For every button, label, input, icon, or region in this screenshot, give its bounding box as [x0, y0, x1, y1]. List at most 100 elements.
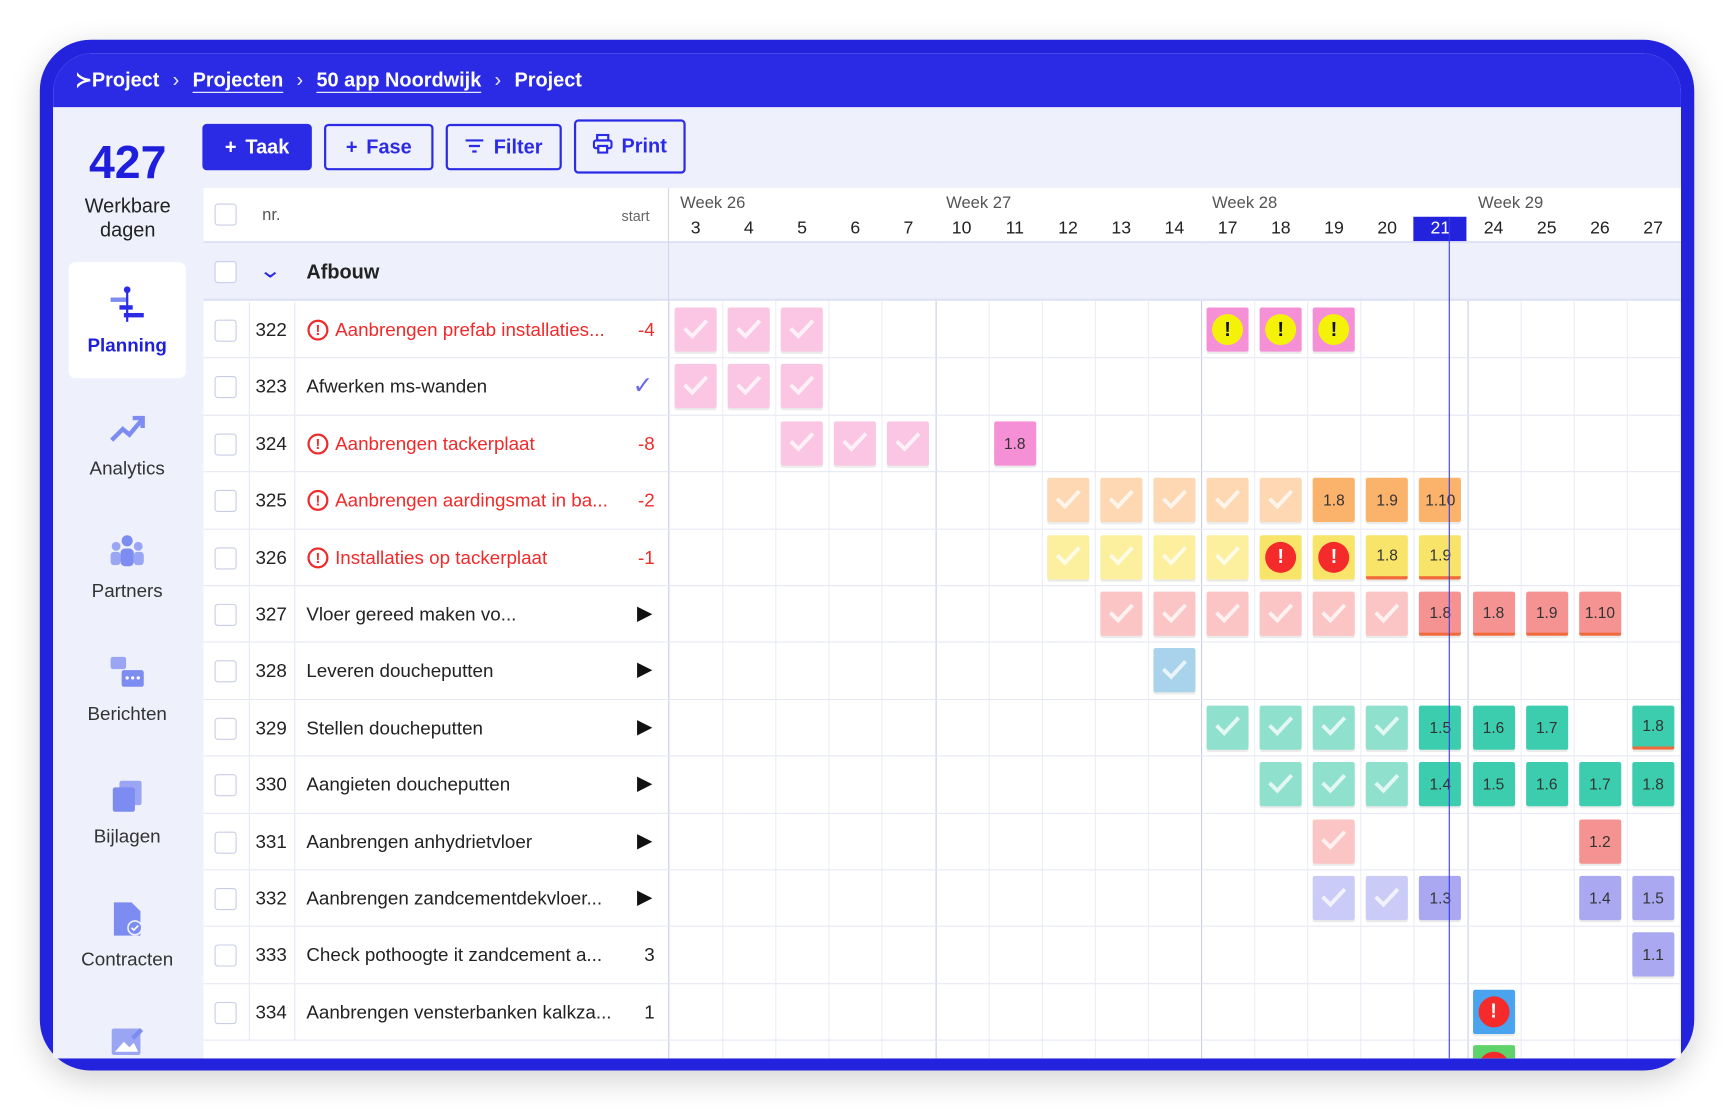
task-name[interactable]: Aangieten doucheputten [306, 774, 510, 796]
brand-logo[interactable]: ≻Project [75, 69, 159, 92]
row-checkbox[interactable] [214, 831, 237, 854]
play-icon[interactable]: ▶ [637, 772, 652, 795]
print-button[interactable]: Print [573, 119, 686, 174]
add-phase-button[interactable]: + Fase [324, 123, 434, 171]
gantt-cell[interactable] [1259, 705, 1302, 750]
gantt-cell[interactable] [1366, 762, 1409, 807]
gantt-cell[interactable] [1259, 762, 1302, 807]
gantt-cell[interactable]: 1.10 [1419, 477, 1462, 523]
gantt-cell[interactable] [1312, 762, 1355, 807]
gantt-cell[interactable] [887, 421, 930, 466]
gantt-cell[interactable]: 1.5 [1632, 875, 1675, 921]
task-name[interactable]: Aanbrengen zandcementdekvloer... [306, 888, 602, 910]
add-task-button[interactable]: + Taak [202, 123, 312, 171]
task-name[interactable]: Aanbrengen aardingsmat in ba... [335, 490, 608, 512]
row-checkbox[interactable] [214, 546, 237, 570]
row-checkbox[interactable] [214, 717, 237, 740]
row-checkbox[interactable] [214, 433, 237, 456]
gantt-cell[interactable] [780, 364, 823, 409]
gantt-cell[interactable]: ! [1259, 307, 1302, 352]
row-checkbox[interactable] [214, 376, 237, 399]
sidebar-item-berichten[interactable]: Berichten [69, 630, 186, 746]
play-icon[interactable]: ▶ [637, 658, 652, 681]
sidebar-item-planning[interactable]: Planning [68, 262, 186, 379]
play-icon[interactable]: ▶ [637, 886, 652, 909]
sidebar-item-bijlagen[interactable]: Bijlagen [69, 753, 186, 869]
gantt-cell[interactable] [1259, 591, 1302, 636]
gantt-cell[interactable]: 1.8 [1419, 591, 1462, 636]
group-checkbox[interactable] [214, 260, 237, 284]
gantt-cell[interactable]: 1.9 [1525, 591, 1568, 636]
gantt-cell[interactable] [1366, 705, 1409, 750]
task-name[interactable]: Vloer gereed maken vo... [306, 604, 516, 626]
gantt-cell[interactable]: 1.9 [1366, 477, 1409, 523]
gantt-cell[interactable] [1206, 591, 1249, 636]
gantt-cell[interactable] [1100, 477, 1143, 523]
row-checkbox[interactable] [214, 1001, 237, 1024]
filter-button[interactable]: Filter [445, 123, 562, 171]
task-name[interactable]: Stellen doucheputten [306, 718, 483, 740]
row-checkbox[interactable] [214, 774, 237, 797]
row-checkbox[interactable] [214, 660, 237, 683]
gantt-cell[interactable]: ! [1472, 989, 1515, 1034]
gantt-cell[interactable]: 1.9 [1419, 534, 1462, 580]
gantt-cell[interactable]: 1.8 [1472, 591, 1515, 636]
gantt-cell[interactable]: 1.10 [1578, 591, 1621, 636]
gantt-cell[interactable]: 1.4 [1419, 762, 1462, 807]
gantt-cell[interactable] [1366, 875, 1409, 921]
gantt-cell[interactable] [1100, 591, 1143, 636]
row-checkbox[interactable] [214, 603, 237, 626]
breadcrumb-projecten[interactable]: Projecten [193, 69, 284, 92]
gantt-cell[interactable] [1046, 477, 1089, 523]
play-icon[interactable]: ▶ [637, 715, 652, 738]
task-name[interactable]: Aanbrengen tackerplaat [335, 433, 535, 455]
gantt-cell[interactable] [1153, 591, 1196, 636]
task-name[interactable]: Leveren doucheputten [306, 661, 493, 683]
gantt-cell[interactable] [1100, 534, 1143, 580]
chevron-down-icon[interactable]: ⌄ [258, 257, 282, 285]
task-name[interactable]: Check pothoogte it zandcement a... [306, 945, 602, 967]
gantt-cell[interactable] [1366, 591, 1409, 636]
gantt-cell[interactable] [1206, 534, 1249, 580]
play-icon[interactable]: ▶ [637, 829, 652, 852]
gantt-cell[interactable]: 1.2 [1578, 819, 1621, 864]
gantt-cell[interactable]: 1.6 [1525, 762, 1568, 807]
gantt-cell[interactable] [834, 421, 877, 466]
gantt-cell[interactable] [780, 421, 823, 466]
gantt-cell[interactable]: 1.8 [1632, 762, 1675, 807]
gantt-cell[interactable] [727, 364, 770, 409]
row-checkbox[interactable] [214, 490, 237, 513]
gantt-cell[interactable] [1312, 705, 1355, 750]
gantt-cell[interactable] [1153, 534, 1196, 580]
gantt-cell[interactable] [1153, 648, 1196, 693]
gantt-cell[interactable]: 1.5 [1419, 705, 1462, 750]
gantt-cell[interactable]: ! [1472, 1045, 1515, 1059]
gantt-cell[interactable] [1206, 705, 1249, 750]
sidebar-item-analytics[interactable]: Analytics [69, 385, 186, 501]
sidebar-item-contracten[interactable]: Contracten [69, 876, 186, 992]
task-name[interactable]: Aanbrengen vensterbanken kalkza... [306, 1002, 611, 1024]
gantt-cell[interactable] [727, 307, 770, 352]
sidebar-item-partners[interactable]: Partners [69, 508, 186, 624]
gantt-cell[interactable] [674, 364, 717, 409]
gantt-cell[interactable]: 1.5 [1472, 762, 1515, 807]
breadcrumb-project-name[interactable]: 50 app Noordwijk [316, 69, 481, 92]
gantt-cell[interactable]: 1.8 [1312, 477, 1355, 523]
gantt-cell[interactable]: ! [1312, 534, 1355, 580]
gantt-cell[interactable] [1046, 534, 1089, 580]
gantt-cell[interactable] [1259, 477, 1302, 523]
gantt-cell[interactable]: 1.1 [1632, 932, 1675, 977]
gantt-cell[interactable]: 1.7 [1578, 762, 1621, 807]
gantt-cell[interactable]: 1.8 [1366, 534, 1409, 580]
gantt-cell[interactable]: 1.8 [993, 421, 1036, 466]
gantt-cell[interactable]: 1.3 [1419, 875, 1462, 921]
task-name[interactable]: Installaties op tackerplaat [335, 547, 547, 569]
gantt-cell[interactable] [1312, 819, 1355, 864]
gantt-cell[interactable] [1312, 591, 1355, 636]
gantt-cell[interactable]: ! [1206, 307, 1249, 352]
gantt-cell[interactable]: ! [1259, 534, 1302, 580]
gantt-cell[interactable] [1312, 875, 1355, 921]
gantt-cell[interactable]: ! [1312, 307, 1355, 352]
gantt-cell[interactable] [1153, 477, 1196, 523]
gantt-cell[interactable]: 1.6 [1472, 705, 1515, 750]
